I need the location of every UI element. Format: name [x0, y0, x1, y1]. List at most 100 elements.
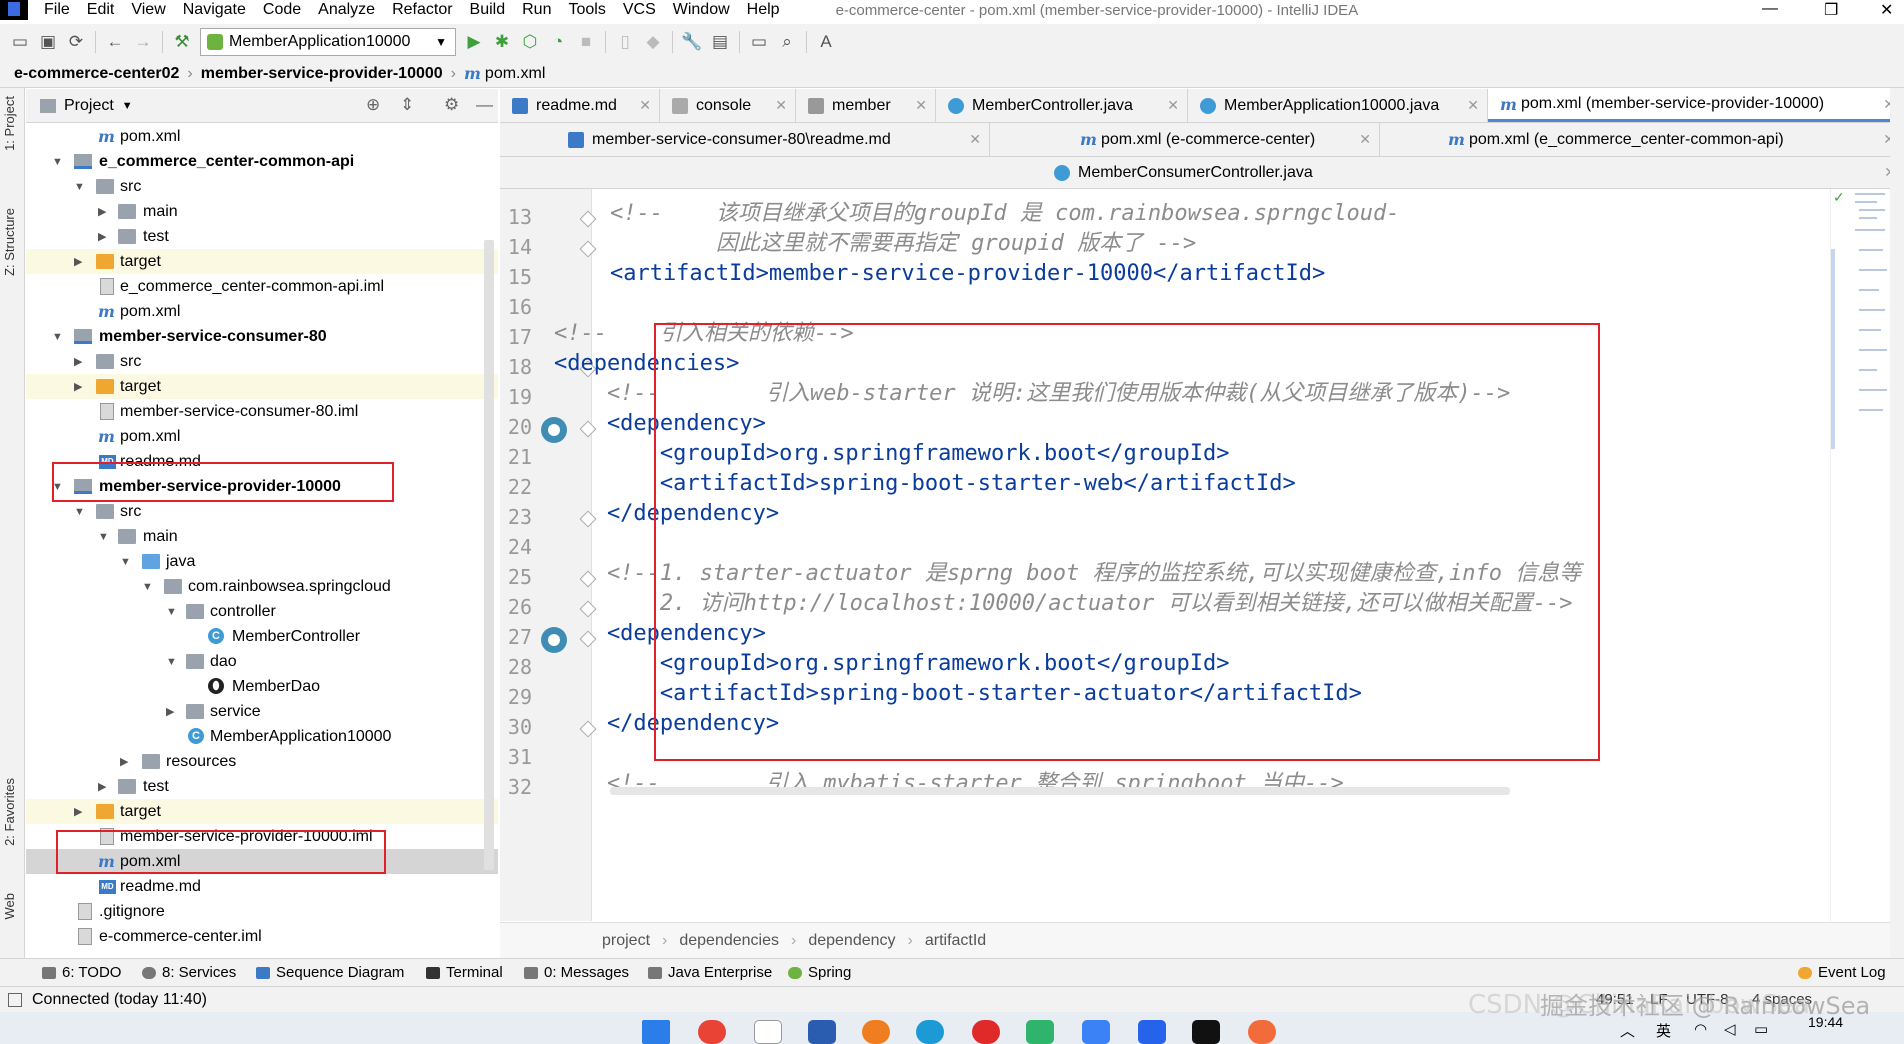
expand-arrow-icon[interactable]: ▼	[120, 556, 131, 568]
collapsed-arrow-icon[interactable]: ▶	[166, 705, 174, 718]
menu-analyze[interactable]: Analyze	[309, 1, 383, 19]
expand-arrow-icon[interactable]: ▼	[74, 506, 85, 518]
breadcrumb-project[interactable]: e-commerce-center02	[14, 65, 179, 83]
tree-item[interactable]: ▼ java	[26, 549, 498, 574]
tree-item[interactable]: e-commerce-center.iml	[26, 924, 498, 949]
status-message[interactable]: Connected (today 11:40)	[32, 991, 207, 1009]
save-app-icon[interactable]	[808, 1020, 836, 1044]
windows-start-icon[interactable]	[642, 1020, 670, 1044]
device-icon[interactable]: ▯	[611, 28, 639, 56]
run-icon[interactable]: ▶	[460, 28, 488, 56]
project-structure-icon[interactable]: ▤	[706, 28, 734, 56]
tree-item[interactable]: ▶ main	[26, 199, 498, 224]
tree-item[interactable]: ⬮ MemberDao	[26, 674, 498, 699]
tree-item[interactable]: e_commerce_center-common-api.iml	[26, 274, 498, 299]
gear-icon[interactable]: ⚙	[444, 95, 459, 115]
settings-wrench-icon[interactable]: 🔧	[678, 28, 706, 56]
open-folder-icon[interactable]: ▭	[6, 28, 34, 56]
expand-arrow-icon[interactable]: ▼	[52, 331, 63, 343]
collapsed-arrow-icon[interactable]: ▶	[74, 380, 82, 393]
tree-item[interactable]: ▶ test	[26, 774, 498, 799]
netease-music-icon[interactable]	[972, 1020, 1000, 1044]
menu-edit[interactable]: Edit	[78, 1, 123, 19]
intellij-taskbar-icon[interactable]	[1192, 1020, 1220, 1044]
tree-item[interactable]: ▼ com.rainbowsea.springcloud	[26, 574, 498, 599]
menu-refactor[interactable]: Refactor	[383, 1, 460, 19]
breadcrumb-item[interactable]: project	[602, 932, 650, 950]
menu-window[interactable]: Window	[664, 1, 738, 19]
menu-build[interactable]: Build	[461, 1, 514, 19]
project-panel-title[interactable]: Project	[64, 97, 114, 115]
tree-item[interactable]: m pom.xml	[26, 124, 498, 149]
breadcrumb-module[interactable]: member-service-provider-10000	[201, 65, 443, 83]
expand-arrow-icon[interactable]: ▼	[98, 531, 109, 543]
coverage-icon[interactable]: ⬡	[516, 28, 544, 56]
back-icon[interactable]: ←	[101, 28, 129, 56]
close-tab-icon[interactable]: ✕	[915, 97, 927, 114]
tree-item[interactable]: ▼ main	[26, 524, 498, 549]
close-tab-icon[interactable]: ✕	[1167, 97, 1179, 114]
tree-item[interactable]: ▼ dao	[26, 649, 498, 674]
build-hammer-icon[interactable]: ⚒	[168, 28, 196, 56]
tree-item[interactable]: C MemberApplication10000	[26, 724, 498, 749]
tab-pom-center[interactable]: m pom.xml (e-commerce-center) ✕	[990, 123, 1380, 156]
messages-tool-button[interactable]: 0: Messages	[524, 964, 629, 981]
menu-tools[interactable]: Tools	[559, 1, 613, 19]
tree-item[interactable]: ▶ target	[26, 799, 498, 824]
input-language[interactable]: 英	[1656, 1020, 1671, 1041]
run-configuration-select[interactable]: MemberApplication10000 ▼	[200, 28, 456, 56]
firefox-icon[interactable]	[862, 1020, 890, 1044]
todo-tool-button[interactable]: 6: TODO	[42, 964, 121, 981]
tree-item[interactable]: ▼ controller	[26, 599, 498, 624]
menu-vcs[interactable]: VCS	[614, 1, 664, 19]
collapsed-arrow-icon[interactable]: ▶	[74, 805, 82, 818]
tree-item[interactable]: ▼ member-service-consumer-80	[26, 324, 498, 349]
web-tool-button[interactable]: Web	[2, 893, 17, 920]
profile-icon[interactable]: ◔	[544, 28, 572, 56]
presentation-icon[interactable]: ▭	[745, 28, 773, 56]
project-tool-button[interactable]: 1: Project	[2, 96, 17, 151]
battery-icon[interactable]: ▭	[1754, 1020, 1768, 1038]
translate-icon[interactable]: A	[812, 28, 840, 56]
tree-item[interactable]: ▼ src	[26, 499, 498, 524]
save-icon[interactable]: ▣	[34, 28, 62, 56]
tab-console[interactable]: console ✕	[660, 89, 796, 122]
expand-arrow-icon[interactable]: ▼	[166, 656, 177, 668]
tree-item[interactable]: ▶ target	[26, 374, 498, 399]
forward-icon[interactable]: →	[129, 28, 157, 56]
close-tab-icon[interactable]: ✕	[775, 97, 787, 114]
tree-item[interactable]: m pom.xml	[26, 424, 498, 449]
tree-item[interactable]: ▶ src	[26, 349, 498, 374]
expand-arrow-icon[interactable]: ▼	[74, 181, 85, 193]
services-tool-button[interactable]: 8: Services	[142, 964, 236, 981]
tree-item[interactable]: m pom.xml	[26, 299, 498, 324]
expand-arrow-icon[interactable]: ▼	[166, 606, 177, 618]
todo-app-icon[interactable]	[1082, 1020, 1110, 1044]
code-editor[interactable]: 13 14 15 16 17 18 19 20 21 22 23 24 25 2…	[500, 189, 1830, 921]
edge-icon[interactable]	[916, 1020, 944, 1044]
locate-target-icon[interactable]: ⊕	[366, 95, 380, 115]
tab-member-consumer-controller[interactable]: MemberConsumerController.java✕	[500, 157, 1904, 188]
close-tab-icon[interactable]: ✕	[1467, 97, 1479, 114]
tab-readme[interactable]: readme.md ✕	[500, 89, 660, 122]
collapsed-arrow-icon[interactable]: ▶	[120, 755, 128, 768]
tab-pom-provider[interactable]: m pom.xml (member-service-provider-10000…	[1488, 89, 1904, 122]
code-minimap[interactable]: ✓	[1830, 189, 1890, 921]
close-tab-icon[interactable]: ✕	[639, 97, 651, 114]
menu-code[interactable]: Code	[254, 1, 309, 19]
stop-icon[interactable]: ■	[572, 28, 600, 56]
java-enterprise-tool-button[interactable]: Java Enterprise	[648, 964, 772, 981]
tree-item[interactable]: member-service-consumer-80.iml	[26, 399, 498, 424]
tab-member-controller[interactable]: MemberController.java ✕	[936, 89, 1188, 122]
editor-horizontal-scrollbar[interactable]	[610, 787, 1510, 795]
volume-icon[interactable]: ◁	[1724, 1020, 1736, 1038]
tree-item[interactable]: ▶ resources	[26, 749, 498, 774]
tree-item[interactable]: ▶ test	[26, 224, 498, 249]
tree-item[interactable]: ▶ service	[26, 699, 498, 724]
wifi-icon[interactable]: ◠	[1694, 1020, 1707, 1038]
tree-scrollbar[interactable]	[484, 240, 494, 870]
postman-icon[interactable]	[1248, 1020, 1276, 1044]
favorites-tool-button[interactable]: 2: Favorites	[2, 778, 17, 846]
tab-consumer-readme[interactable]: member-service-consumer-80\readme.md ✕	[500, 123, 990, 156]
hide-panel-icon[interactable]: —	[476, 95, 493, 115]
